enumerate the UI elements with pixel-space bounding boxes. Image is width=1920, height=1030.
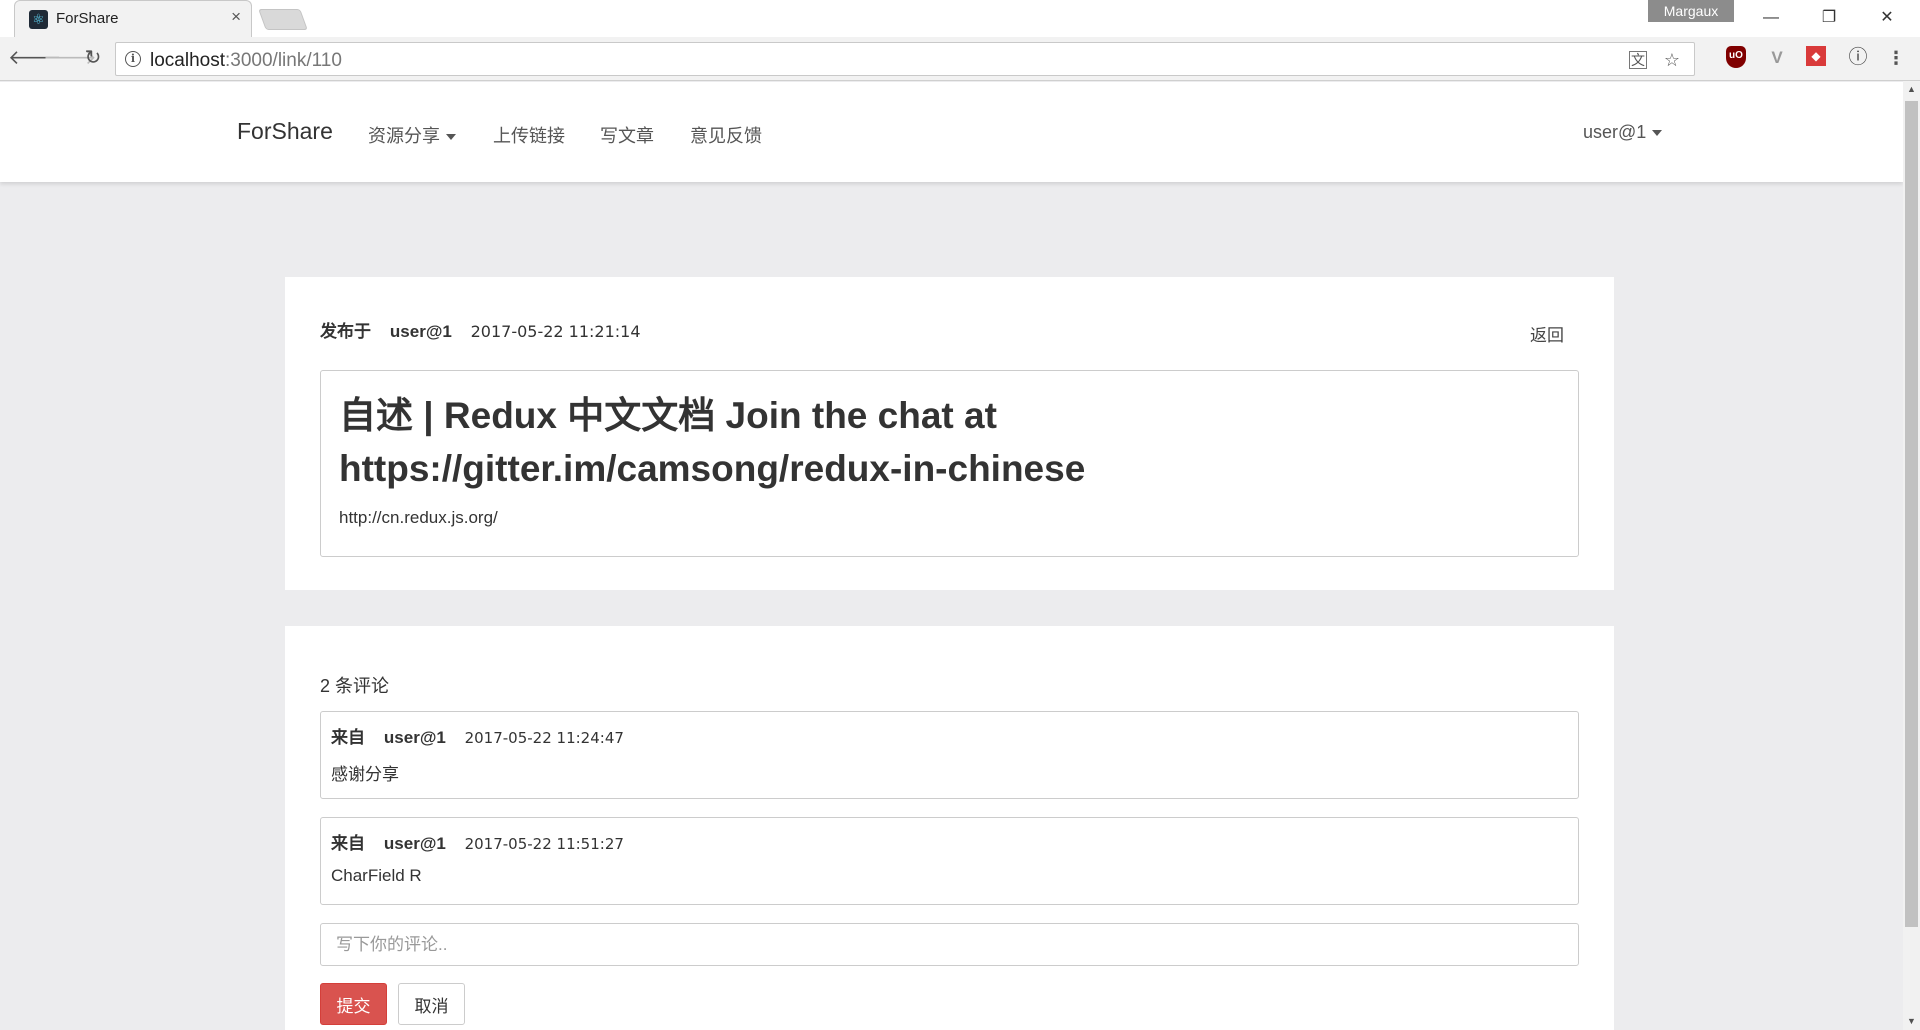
caret-down-icon [1652,130,1663,137]
red-extension-icon[interactable]: ◆ [1806,46,1826,66]
vue-devtools-extension-icon[interactable]: V [1765,46,1789,70]
browser-tab[interactable]: ⚛ ForShare × [14,0,252,37]
page-scrollbar[interactable]: ▲ ▼ [1903,81,1920,1030]
comment-time: 2017-05-22 11:51:27 [464,835,624,853]
post-author[interactable]: user@1 [390,322,452,341]
post-card: 发布于 user@1 2017-05-22 11:21:14 返回 自述 | R… [285,277,1614,590]
cancel-button[interactable]: 取消 [398,983,465,1025]
back-link[interactable]: 返回 [1530,321,1564,346]
submit-button[interactable]: 提交 [320,983,387,1025]
nav-feedback[interactable]: 意见反馈 [690,122,762,148]
caret-down-icon [446,134,456,141]
chrome-menu-icon[interactable]: ⋮ [1884,46,1908,70]
page-viewport: ForShare 资源分享 上传链接 写文章 意见反馈 user@1 发布于 u… [0,82,1903,1030]
comment-meta: 来自 user@1 2017-05-22 11:24:47 [331,723,624,748]
profile-badge[interactable]: Margaux [1648,0,1734,22]
comment-meta: 来自 user@1 2017-05-22 11:51:27 [331,829,624,854]
from-label: 来自 [331,728,365,747]
nav-upload-link[interactable]: 上传链接 [493,122,565,148]
tab-close-icon[interactable]: × [231,7,241,27]
post-meta: 发布于 user@1 2017-05-22 11:21:14 [320,317,641,342]
browser-toolbar: 🡐 🡒 ↻ i localhost:3000/link/110 文 ☆ uO V… [0,37,1920,81]
nav-resource-share[interactable]: 资源分享 [368,122,456,148]
tab-strip: ⚛ ForShare × Margaux — ❐ ✕ [0,0,1920,37]
tab-title: ForShare [56,10,119,27]
user-menu-label: user@1 [1583,122,1647,142]
comment-author[interactable]: user@1 [384,834,446,853]
url-text[interactable]: localhost:3000/link/110 [150,50,342,72]
info-extension-icon[interactable]: ⓘ [1846,46,1870,70]
comments-card: 2 条评论 来自 user@1 2017-05-22 11:24:47 感谢分享… [285,626,1614,1030]
new-tab-button[interactable] [258,9,308,30]
site-navbar: ForShare 资源分享 上传链接 写文章 意见反馈 user@1 [0,82,1903,182]
nav-write-article[interactable]: 写文章 [600,122,654,148]
restore-icon[interactable]: ❐ [1806,4,1852,32]
scroll-thumb[interactable] [1905,101,1918,927]
link-box: 自述 | Redux 中文文档 Join the chat at https:/… [320,370,1579,557]
from-label: 来自 [331,834,365,853]
site-info-icon[interactable]: i [125,51,141,67]
translate-icon[interactable]: 文 [1629,51,1647,69]
comment-body: CharField R [331,866,422,885]
comment-item: 来自 user@1 2017-05-22 11:24:47 感谢分享 [320,711,1579,799]
post-time: 2017-05-22 11:21:14 [470,322,641,341]
address-bar[interactable]: i localhost:3000/link/110 文 ☆ [115,42,1695,76]
comment-time: 2017-05-22 11:24:47 [464,729,624,747]
nav-resource-share-label: 资源分享 [368,126,440,146]
scroll-down-icon[interactable]: ▼ [1903,1013,1920,1030]
back-arrow-icon[interactable]: 🡐 [8,43,62,73]
ublock-extension-icon[interactable]: uO [1726,46,1746,68]
reload-icon[interactable]: ↻ [78,43,108,73]
url-path: :3000/link/110 [225,50,342,71]
forward-arrow-icon[interactable]: 🡒 [43,43,97,73]
link-url[interactable]: http://cn.redux.js.org/ [339,508,498,528]
scroll-up-icon[interactable]: ▲ [1903,81,1920,98]
comment-body: 感谢分享 [331,765,399,784]
user-menu[interactable]: user@1 [1583,122,1663,143]
comment-count: 2 条评论 [320,676,390,696]
brand-logo[interactable]: ForShare [237,118,333,145]
comment-item: 来自 user@1 2017-05-22 11:51:27 CharField … [320,817,1579,905]
comment-input[interactable] [320,923,1579,966]
minimize-icon[interactable]: — [1748,4,1794,32]
react-favicon-icon: ⚛ [29,10,48,29]
link-title[interactable]: 自述 | Redux 中文文档 Join the chat at https:/… [339,389,1539,495]
close-window-icon[interactable]: ✕ [1864,4,1910,32]
published-label: 发布于 [320,322,371,341]
bookmark-star-icon[interactable]: ☆ [1661,49,1683,71]
comment-author[interactable]: user@1 [384,728,446,747]
url-host: localhost [150,50,225,71]
